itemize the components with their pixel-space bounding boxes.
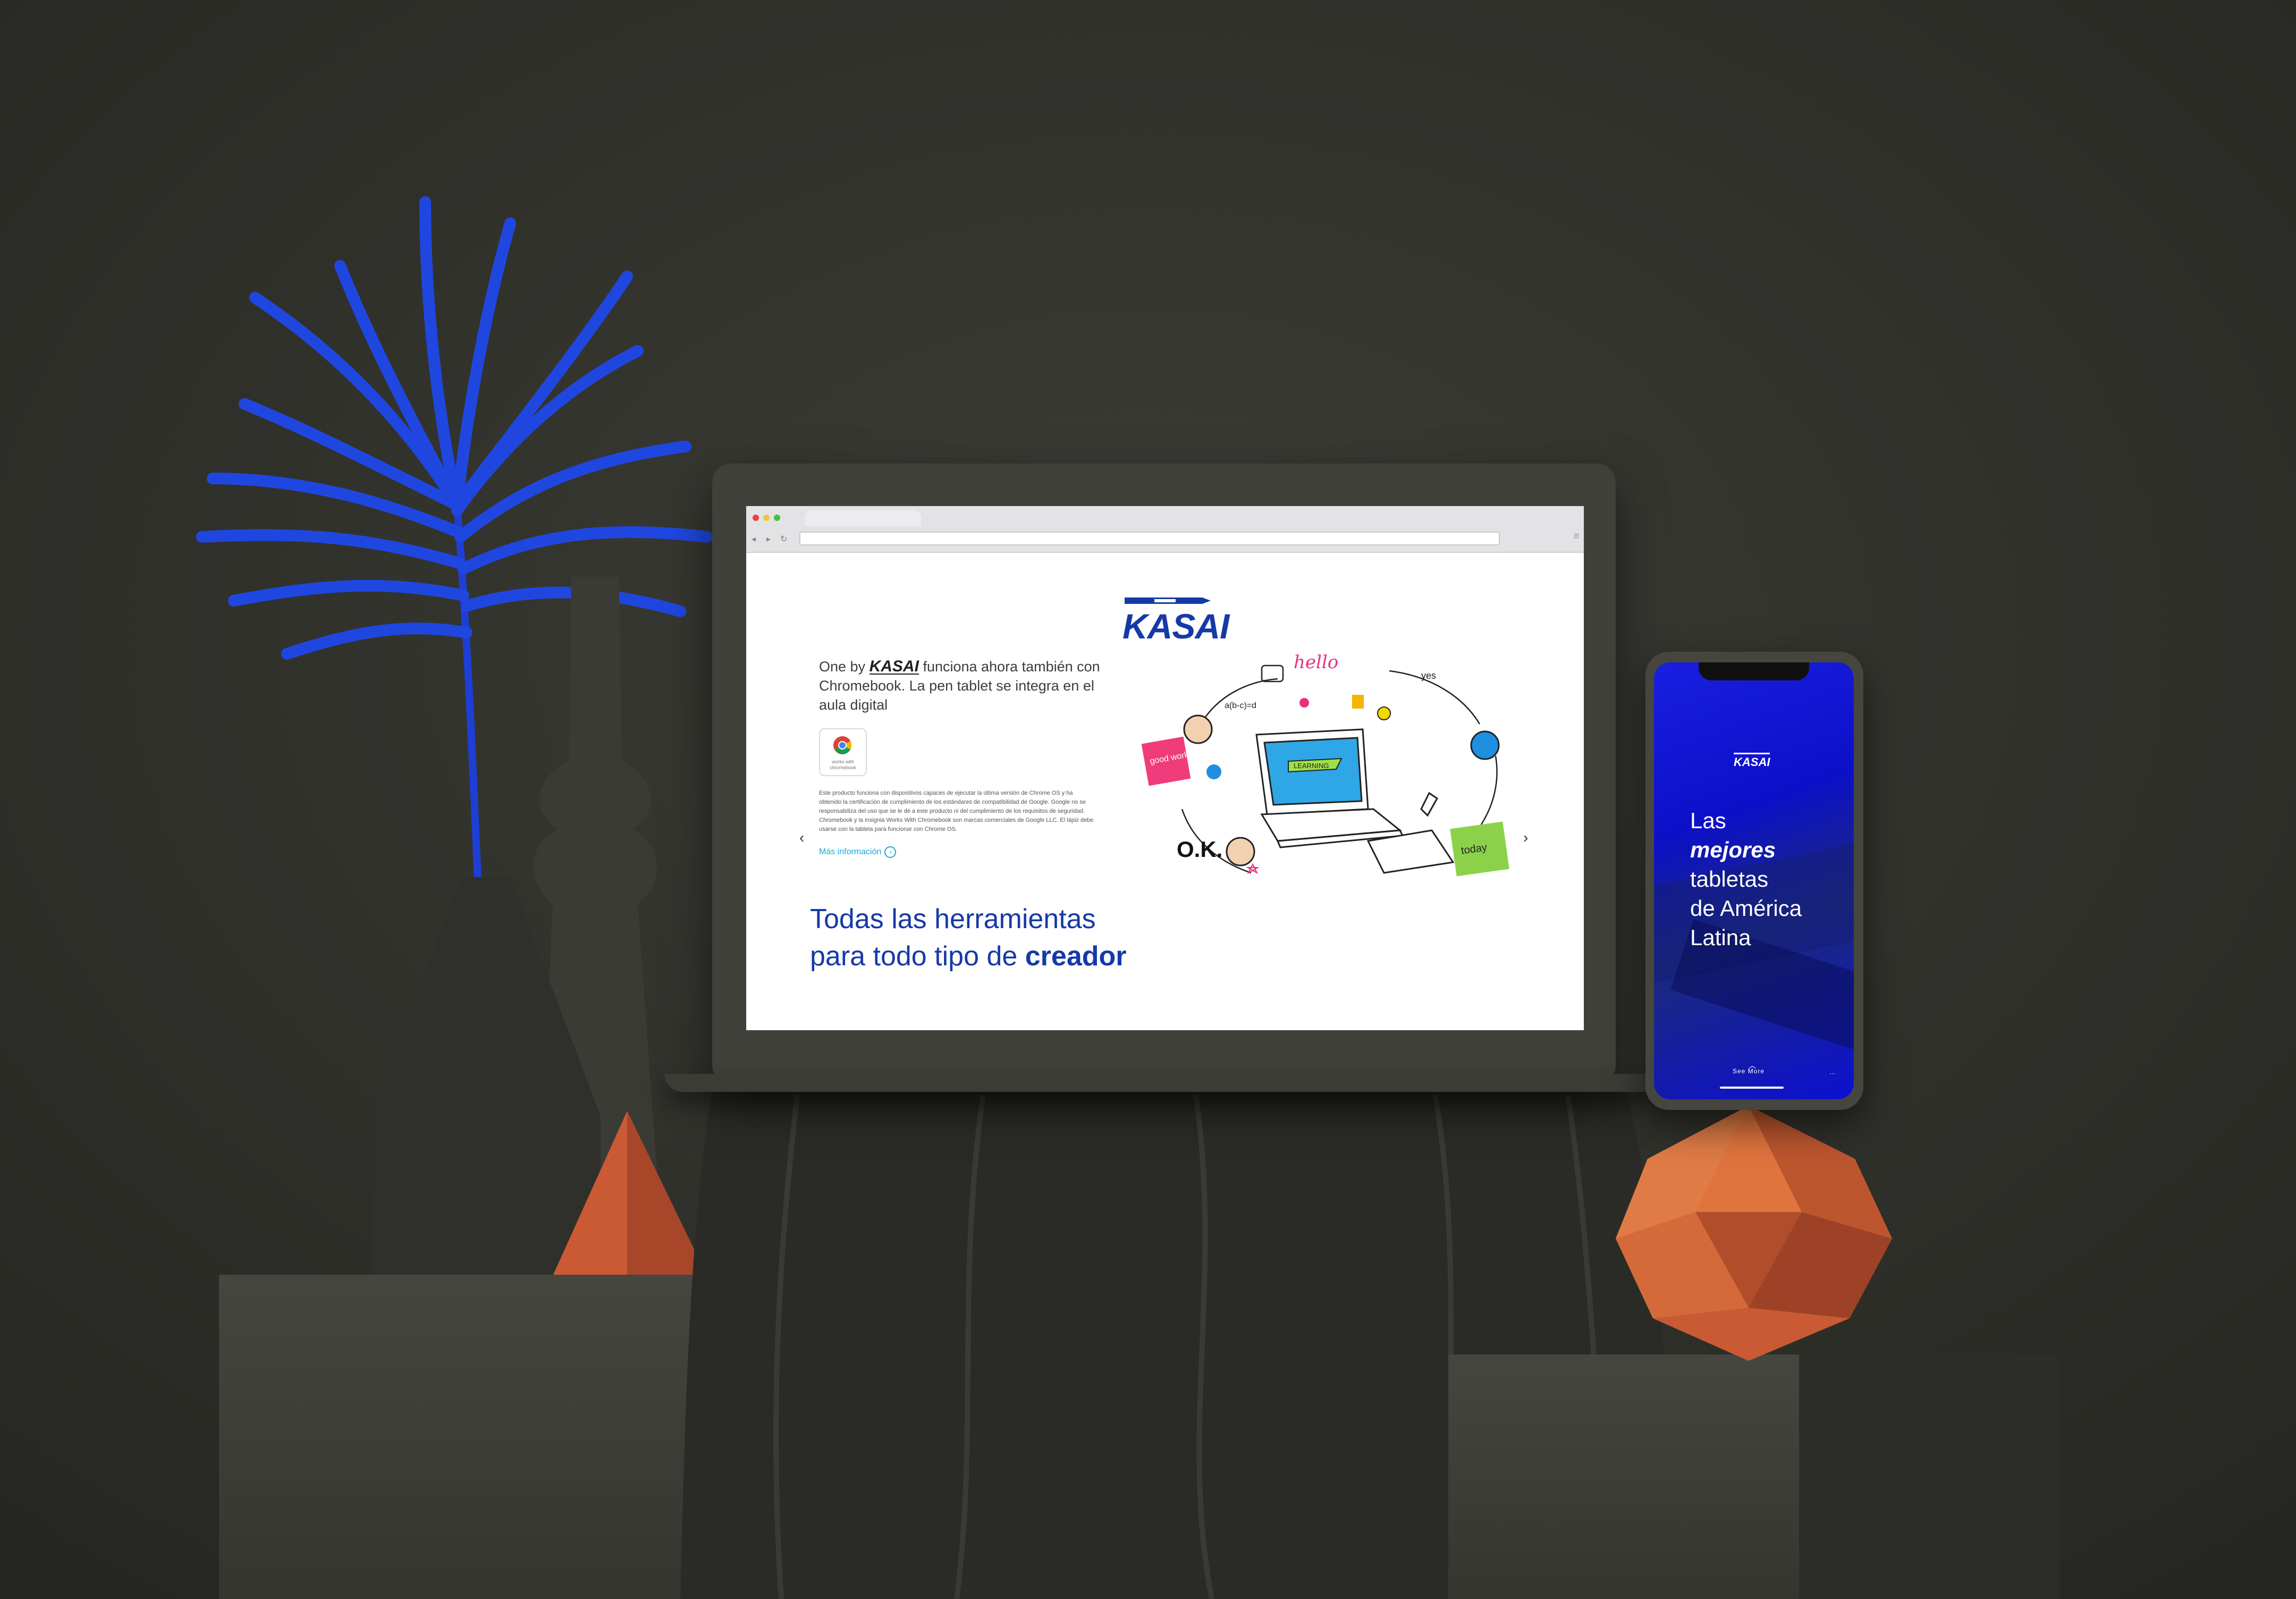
kasai-logo[interactable]: KASAI xyxy=(1122,592,1229,646)
disclaimer-text: Este producto funciona con dispositivos … xyxy=(819,790,1094,832)
phone-title-line: Latina xyxy=(1690,925,1751,950)
maximize-window-button[interactable] xyxy=(774,515,780,521)
headline-line2-bold: creador xyxy=(1025,941,1127,972)
chromebook-illustration: LEARNING good work today hello yes a(b-c… xyxy=(1141,652,1509,877)
phone-notch xyxy=(1699,662,1809,680)
headline-line2-prefix: para todo tipo de xyxy=(810,941,1018,972)
close-window-button[interactable] xyxy=(753,515,759,521)
badge-text: works with chromebook xyxy=(830,759,856,770)
more-dots-icon[interactable]: ··· xyxy=(1829,1070,1836,1077)
illus-learning-text: LEARNING xyxy=(1294,762,1329,770)
phone-title-line: mejores xyxy=(1690,837,1776,862)
avatar-1 xyxy=(1183,714,1213,744)
palette-icon xyxy=(1206,764,1221,779)
doc-icon xyxy=(1352,695,1364,709)
laptop-base xyxy=(664,1074,1664,1092)
illus-math: a(b-c)=d xyxy=(1225,701,1256,710)
illus-yes: yes xyxy=(1421,670,1436,681)
works-with-chromebook-badge: works with chromebook xyxy=(819,728,867,776)
minimize-window-button[interactable] xyxy=(763,515,770,521)
pin-icon xyxy=(1299,698,1309,708)
browser-chrome: ◂ ▸ ↻ ≡ xyxy=(746,506,1584,553)
home-indicator xyxy=(1720,1087,1784,1089)
hero-inline-logo: KASAI xyxy=(869,658,919,675)
hero-text: One by KASAI funciona ahora también con … xyxy=(819,657,1106,714)
phone-screen: KASAI Las mejores tabletas de América La… xyxy=(1654,662,1854,1099)
star-icon xyxy=(1246,863,1260,874)
page-headline: Todas las herramientas para todo tipo de… xyxy=(810,901,1288,975)
phone-title-line: Las xyxy=(1690,808,1726,833)
see-more-button[interactable]: See More xyxy=(1733,1067,1765,1075)
more-info-link[interactable]: Más información › xyxy=(819,846,897,858)
phone-title: Las mejores tabletas de América Latina xyxy=(1690,806,1850,952)
phone-title-line: de América xyxy=(1690,896,1802,921)
smile-icon xyxy=(1377,706,1391,720)
illus-ok: O.K. xyxy=(1177,837,1222,862)
headline-line1: Todas las herramientas xyxy=(810,904,1096,935)
carousel-prev-button[interactable]: ‹ xyxy=(799,829,804,846)
browser-tab[interactable] xyxy=(805,510,922,526)
illus-hello: hello xyxy=(1294,652,1338,673)
avatar-3 xyxy=(1226,837,1255,866)
back-arrow-icon[interactable]: ◂ xyxy=(752,534,756,544)
laptop-screen: ◂ ▸ ↻ ≡ KASAI One by KASAI funciona ahor… xyxy=(746,506,1584,1030)
phone-title-line: tabletas xyxy=(1690,866,1769,891)
forward-arrow-icon[interactable]: ▸ xyxy=(766,534,771,544)
address-bar[interactable] xyxy=(799,532,1500,545)
more-info-label: Más información xyxy=(819,847,882,857)
chrome-icon xyxy=(833,736,851,754)
phone-kasai-logo[interactable]: KASAI xyxy=(1734,753,1770,769)
headline-line2: para todo tipo de creador xyxy=(810,938,1288,975)
reload-icon[interactable]: ↻ xyxy=(780,534,787,544)
chevron-right-circle-icon: › xyxy=(884,846,897,858)
logo-text: KASAI xyxy=(1122,607,1229,646)
hero-prefix: One by xyxy=(819,659,866,675)
avatar-2 xyxy=(1470,730,1500,760)
menu-icon[interactable]: ≡ xyxy=(1573,531,1580,543)
